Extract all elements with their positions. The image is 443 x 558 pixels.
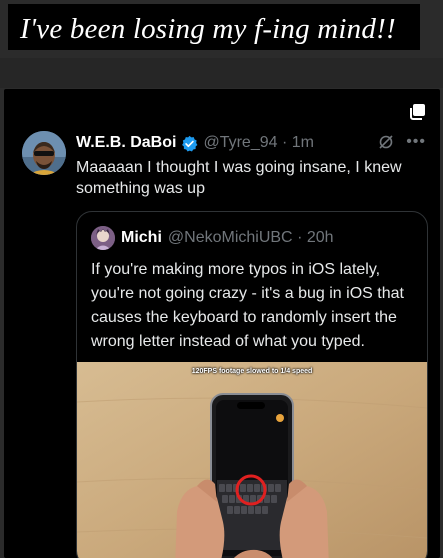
copy-icon[interactable]	[408, 103, 426, 121]
author-name[interactable]: W.E.B. DaBoi	[76, 134, 176, 152]
more-icon[interactable]: •••	[406, 133, 426, 151]
quoted-tweet[interactable]: Michi @NekoMichiUBC · 20h If you're maki…	[76, 211, 428, 558]
quote-time-separator: ·	[297, 229, 307, 246]
quote-handle-text: @NekoMichiUBC	[167, 229, 293, 246]
quote-time: 20h	[306, 229, 334, 246]
quote-author-row: Michi @NekoMichiUBC · 20h	[121, 226, 334, 250]
story-background-strip	[0, 58, 443, 88]
quote-video[interactable]: 120FPS footage slowed to 1/4 speed	[77, 362, 427, 558]
quote-text: If you're making more typos in iOS latel…	[91, 261, 404, 350]
author-handle-text: @Tyre_94	[203, 134, 278, 151]
tweet-time: 1m	[291, 134, 314, 151]
time-separator: ·	[281, 134, 292, 151]
tweet-author-row: W.E.B. DaBoi @Tyre_94 · 1m •••	[76, 133, 430, 153]
story-caption-box: I've been losing my f-ing mind!!	[8, 4, 420, 50]
author-handle[interactable]: @Tyre_94 · 1m	[203, 134, 314, 152]
quote-author-name[interactable]: Michi	[121, 229, 162, 247]
tweet-card[interactable]: W.E.B. DaBoi @Tyre_94 · 1m ••• Maaaaan I…	[4, 89, 440, 558]
video-caption: 120FPS footage slowed to 1/4 speed	[191, 368, 313, 375]
story-caption-text: I've been losing my f-ing mind!!	[20, 13, 396, 45]
verified-badge-icon	[182, 135, 198, 151]
video-frame	[77, 362, 427, 558]
grok-icon[interactable]	[378, 134, 394, 150]
author-avatar[interactable]	[22, 131, 66, 175]
tweet-text: Maaaaan I thought I was going insane, I …	[76, 159, 402, 197]
tweet-actions: •••	[378, 133, 426, 151]
quote-author-handle[interactable]: @NekoMichiUBC · 20h	[168, 229, 334, 247]
quote-author-avatar[interactable]	[91, 226, 115, 250]
